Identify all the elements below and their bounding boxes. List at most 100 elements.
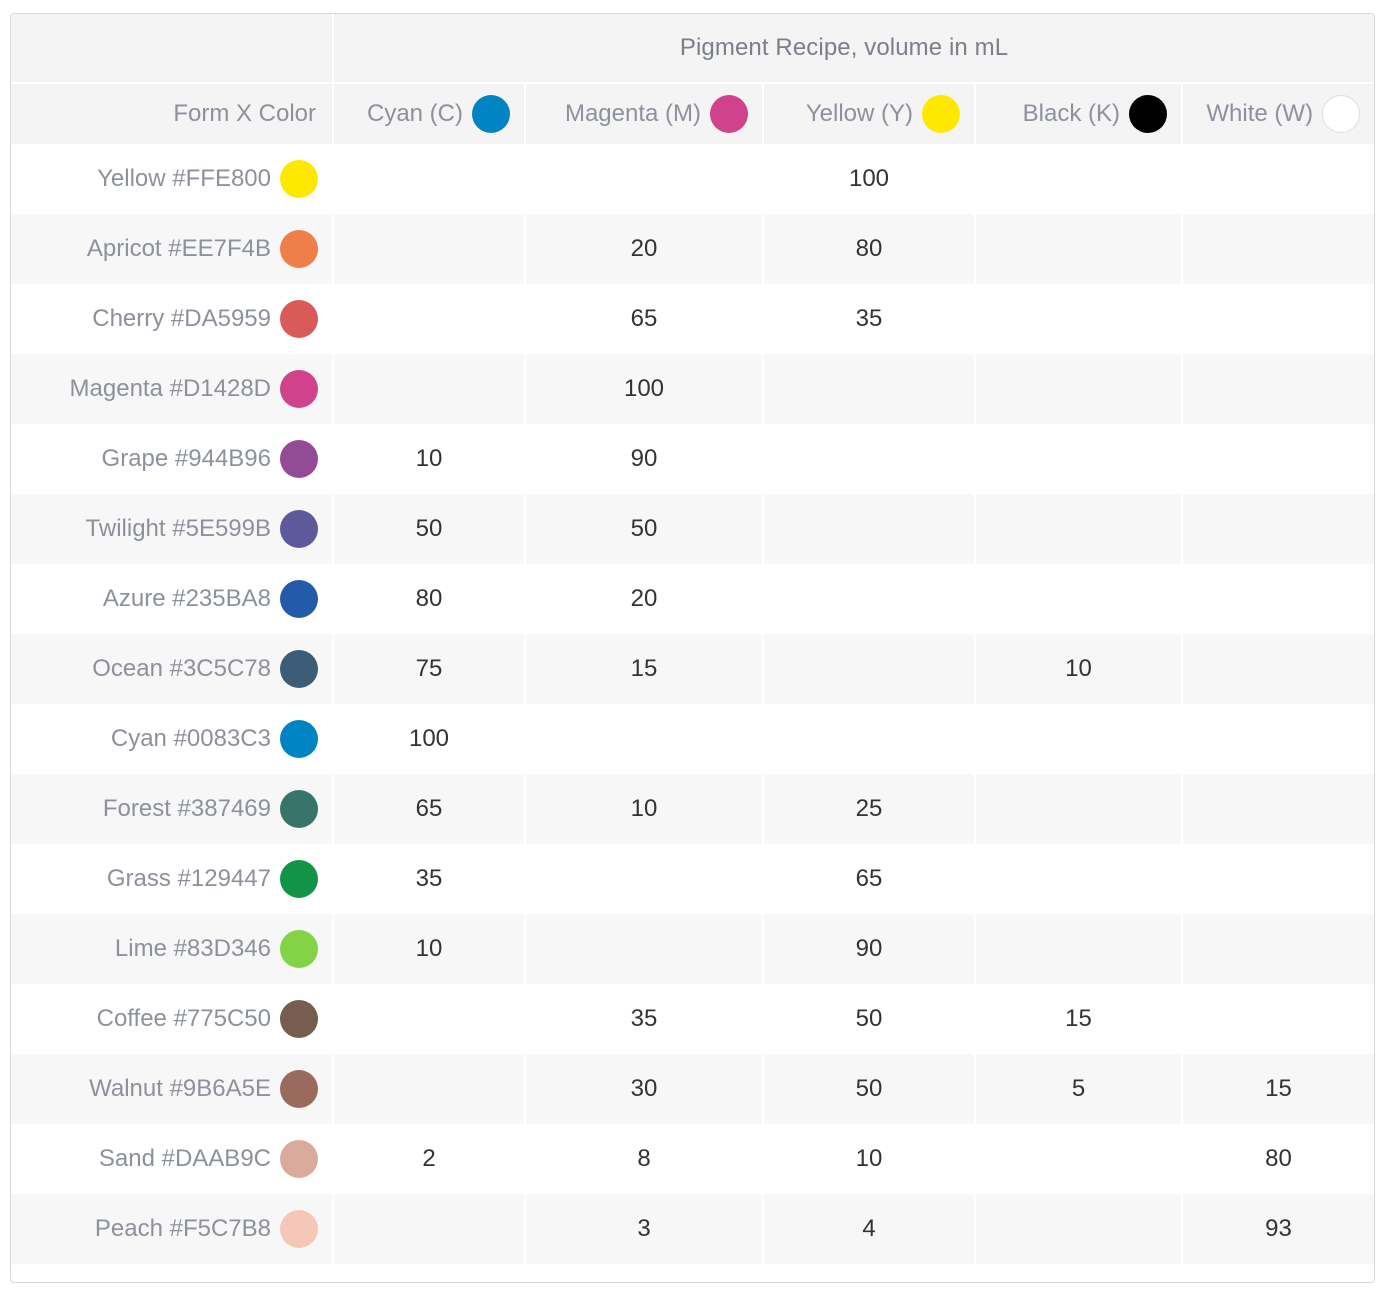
row-color-name-wrap: Coffee #775C50 xyxy=(11,1000,318,1038)
table-row[interactable]: Sand #DAAB9C 2 8 10 80 xyxy=(11,1124,1374,1194)
row-color-name: Sand #DAAB9C xyxy=(98,1145,271,1172)
column-header-wrap: White (W) xyxy=(1183,95,1361,133)
cell-yellow xyxy=(763,634,976,704)
row-color-swatch-icon xyxy=(280,580,318,618)
column-header-label: Magenta (M) xyxy=(564,100,701,127)
table-row[interactable]: Apricot #EE7F4B 20 80 xyxy=(11,214,1374,284)
cell-yellow: 90 xyxy=(763,914,976,984)
row-color-name-wrap: Yellow #FFE800 xyxy=(11,160,318,198)
table-row[interactable]: Walnut #9B6A5E 30 50 5 15 xyxy=(11,1054,1374,1124)
banner-spacer-cell xyxy=(11,14,334,83)
row-header-label: Form X Color xyxy=(173,100,316,127)
row-color-name-cell: Walnut #9B6A5E xyxy=(11,1054,334,1124)
row-header-label-cell: Form X Color xyxy=(11,82,334,144)
column-header-wrap: Magenta (M) xyxy=(526,95,748,133)
row-color-name: Cherry #DA5959 xyxy=(92,305,271,332)
cell-value: 10 xyxy=(415,935,443,962)
cell-yellow: 65 xyxy=(763,844,976,914)
table-row[interactable]: Peach #F5C7B8 3 4 93 xyxy=(11,1194,1374,1264)
row-color-name: Grape #944B96 xyxy=(101,445,271,472)
cell-value: 10 xyxy=(1065,655,1092,682)
table-header: Pigment Recipe, volume in mL Form X Colo… xyxy=(11,14,1374,144)
table-row[interactable]: Yellow #FFE800 100 xyxy=(11,144,1374,214)
column-header-cyan-c[interactable]: Cyan (C) xyxy=(333,82,526,144)
cell-magenta xyxy=(525,914,764,984)
cell-magenta: 35 xyxy=(525,984,764,1054)
cell-value: 80 xyxy=(855,235,883,262)
cell-black xyxy=(975,1194,1183,1264)
row-color-name-cell: Ocean #3C5C78 xyxy=(11,634,334,704)
column-header-yellow-y[interactable]: Yellow (Y) xyxy=(763,82,976,144)
row-color-swatch-icon xyxy=(280,1070,318,1108)
cell-value: 100 xyxy=(623,375,665,402)
row-color-name-cell: Sand #DAAB9C xyxy=(11,1124,334,1194)
table-row[interactable]: Magenta #D1428D 100 xyxy=(11,354,1374,424)
table-row[interactable]: Cyan #0083C3 100 xyxy=(11,704,1374,774)
cell-cyan xyxy=(333,354,526,424)
column-header-wrap: Black (K) xyxy=(976,95,1167,133)
row-color-name-wrap: Magenta #D1428D xyxy=(11,370,318,408)
row-color-name: Lime #83D346 xyxy=(114,935,271,962)
black-swatch-icon xyxy=(1129,95,1167,133)
row-color-name-wrap: Ocean #3C5C78 xyxy=(11,650,318,688)
cell-value: 100 xyxy=(408,725,450,752)
cell-value: 35 xyxy=(415,865,443,892)
pigment-recipe-table: Pigment Recipe, volume in mL Form X Colo… xyxy=(11,14,1374,1264)
cell-value: 20 xyxy=(630,235,658,262)
row-color-swatch-icon xyxy=(280,300,318,338)
table-row[interactable]: Ocean #3C5C78 75 15 10 xyxy=(11,634,1374,704)
cell-magenta: 90 xyxy=(525,424,764,494)
cell-black xyxy=(975,354,1183,424)
row-color-name-cell: Lime #83D346 xyxy=(11,914,334,984)
row-color-name: Walnut #9B6A5E xyxy=(89,1075,271,1102)
table-row[interactable]: Grass #129447 35 65 xyxy=(11,844,1374,914)
banner-title-cell: Pigment Recipe, volume in mL xyxy=(333,14,1374,83)
cell-cyan xyxy=(333,1194,526,1264)
cell-white xyxy=(1182,564,1374,634)
cell-yellow xyxy=(763,354,976,424)
cell-white xyxy=(1182,704,1374,774)
table-row[interactable]: Twilight #5E599B 50 50 xyxy=(11,494,1374,564)
cell-value: 3 xyxy=(637,1215,651,1242)
table-row[interactable]: Coffee #775C50 35 50 15 xyxy=(11,984,1374,1054)
row-color-name: Apricot #EE7F4B xyxy=(86,235,271,262)
cell-white xyxy=(1182,914,1374,984)
row-color-name-cell: Cyan #0083C3 xyxy=(11,704,334,774)
table-row[interactable]: Forest #387469 65 10 25 xyxy=(11,774,1374,844)
column-header-white-w[interactable]: White (W) xyxy=(1182,82,1374,144)
cell-black xyxy=(975,284,1183,354)
cell-magenta: 20 xyxy=(525,564,764,634)
table-row[interactable]: Azure #235BA8 80 20 xyxy=(11,564,1374,634)
table-column-header-row: Form X Color Cyan (C) Magenta (M) Yellow (Y… xyxy=(11,82,1374,144)
cell-value: 10 xyxy=(630,795,658,822)
cell-black: 15 xyxy=(975,984,1183,1054)
row-color-swatch-icon xyxy=(280,930,318,968)
column-header-magenta-m[interactable]: Magenta (M) xyxy=(525,82,764,144)
cell-value: 20 xyxy=(630,585,658,612)
row-color-swatch-icon xyxy=(280,790,318,828)
cell-white xyxy=(1182,494,1374,564)
cell-yellow: 25 xyxy=(763,774,976,844)
row-color-name: Forest #387469 xyxy=(102,795,271,822)
cell-cyan xyxy=(333,144,526,214)
table-row[interactable]: Grape #944B96 10 90 xyxy=(11,424,1374,494)
row-color-swatch-icon xyxy=(280,860,318,898)
row-color-name-wrap: Twilight #5E599B xyxy=(11,510,318,548)
row-color-name: Peach #F5C7B8 xyxy=(94,1215,271,1242)
cell-white xyxy=(1182,984,1374,1054)
cell-white: 80 xyxy=(1182,1124,1374,1194)
table-row[interactable]: Cherry #DA5959 65 35 xyxy=(11,284,1374,354)
cell-value: 50 xyxy=(855,1075,883,1102)
cell-white xyxy=(1182,354,1374,424)
cell-value: 90 xyxy=(630,445,658,472)
cell-black xyxy=(975,494,1183,564)
cell-value: 93 xyxy=(1265,1215,1292,1242)
row-color-swatch-icon xyxy=(280,650,318,688)
cell-cyan: 65 xyxy=(333,774,526,844)
cell-cyan: 10 xyxy=(333,914,526,984)
table-row[interactable]: Lime #83D346 10 90 xyxy=(11,914,1374,984)
column-header-wrap: Cyan (C) xyxy=(334,95,510,133)
cell-magenta: 100 xyxy=(525,354,764,424)
column-header-black-k[interactable]: Black (K) xyxy=(975,82,1183,144)
cell-cyan: 35 xyxy=(333,844,526,914)
